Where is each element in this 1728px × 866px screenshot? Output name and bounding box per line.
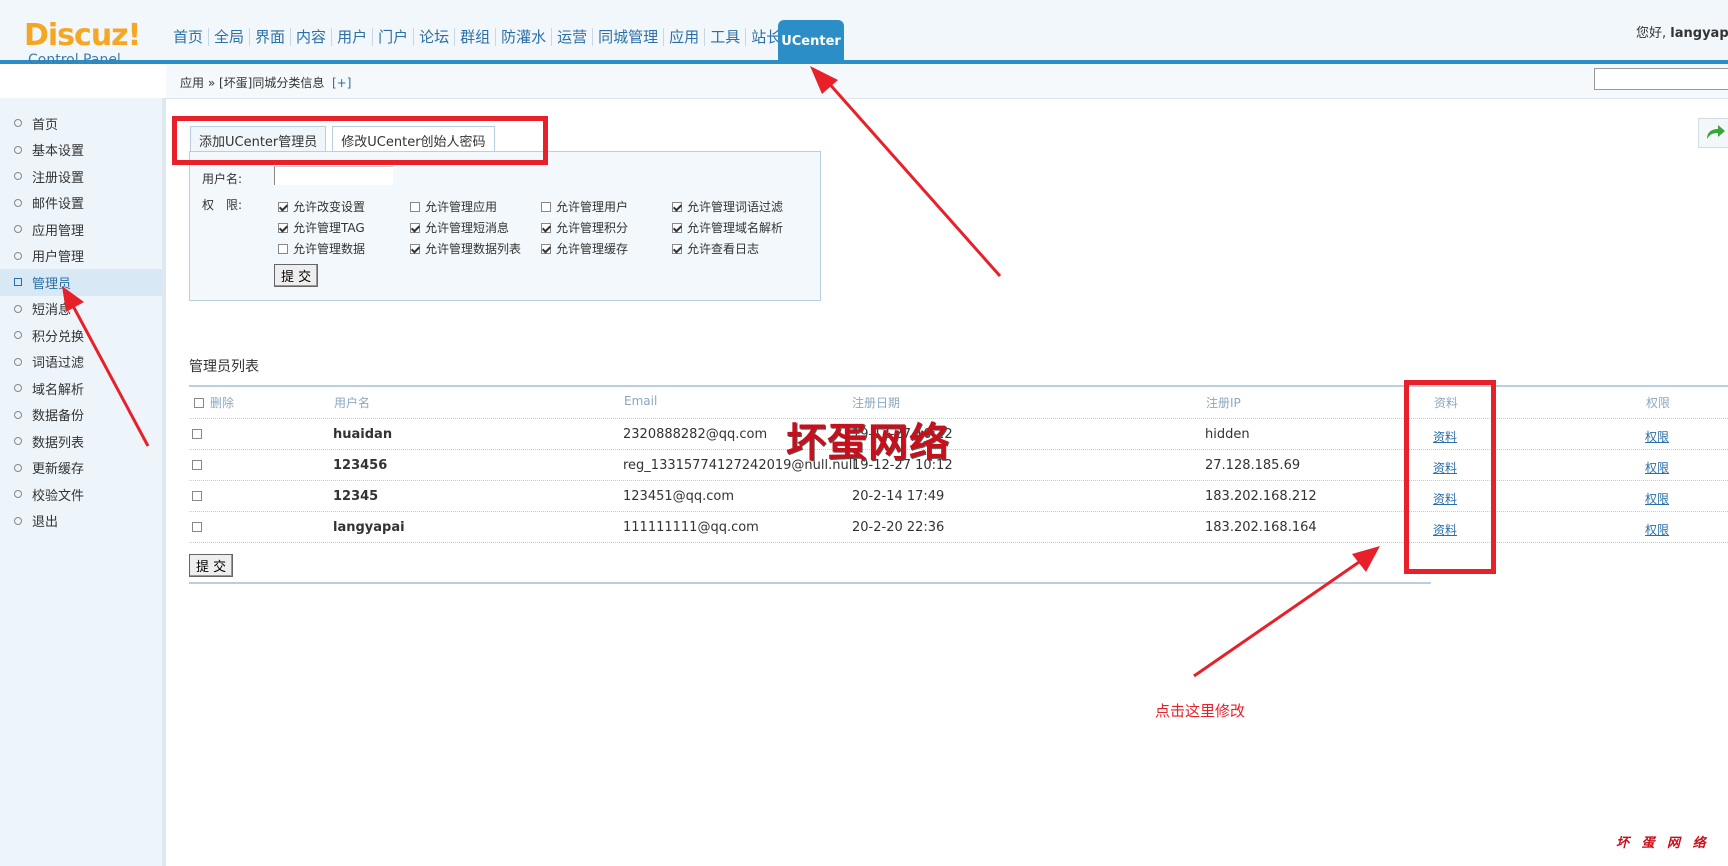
- footer-watermark: 坏 蛋 网 络: [1616, 836, 1710, 851]
- annotation-note: 点击这里修改: [1155, 702, 1246, 720]
- arrow-to-ucenter: [810, 66, 1002, 277]
- watermark-text: 坏蛋网络: [786, 419, 950, 466]
- arrow-to-admins: [62, 286, 150, 447]
- arrow-to-profile: [1193, 546, 1380, 678]
